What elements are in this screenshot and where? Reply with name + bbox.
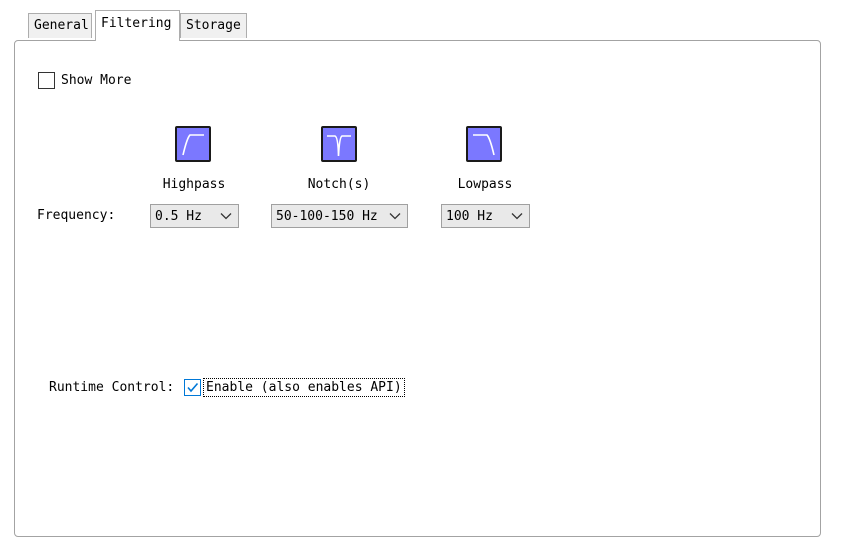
tab-general-label: General — [34, 18, 89, 33]
tab-filtering[interactable]: Filtering — [95, 10, 180, 41]
tab-storage[interactable]: Storage — [180, 13, 247, 38]
lowpass-filter-icon[interactable] — [466, 126, 502, 162]
chevron-down-icon — [511, 213, 523, 220]
chevron-down-icon — [389, 213, 401, 220]
show-more-checkbox[interactable] — [38, 72, 55, 89]
filtering-panel — [14, 40, 821, 537]
lowpass-frequency-value: 100 Hz — [446, 208, 493, 224]
lowpass-label: Lowpass — [457, 177, 513, 192]
notch-frequency-select[interactable]: 50-100-150 Hz — [271, 204, 408, 228]
highpass-frequency-value: 0.5 Hz — [155, 208, 202, 224]
runtime-control-label: Runtime Control: — [49, 380, 175, 395]
checkmark-icon — [187, 382, 199, 393]
runtime-enable-row[interactable]: Enable (also enables API) — [184, 378, 405, 397]
highpass-frequency-select[interactable]: 0.5 Hz — [150, 204, 239, 228]
chevron-down-icon — [220, 213, 232, 220]
show-more-row[interactable]: Show More — [38, 72, 131, 89]
tab-general[interactable]: General — [28, 13, 92, 38]
notch-frequency-value: 50-100-150 Hz — [276, 208, 378, 224]
runtime-enable-label: Enable (also enables API) — [203, 378, 405, 397]
frequency-label: Frequency: — [37, 208, 116, 223]
notch-label: Notch(s) — [307, 177, 371, 192]
tab-filtering-label: Filtering — [101, 16, 172, 31]
highpass-filter-icon[interactable] — [175, 126, 211, 162]
lowpass-frequency-select[interactable]: 100 Hz — [441, 204, 530, 228]
notch-filter-icon[interactable] — [321, 126, 357, 162]
runtime-enable-checkbox[interactable] — [184, 379, 201, 396]
show-more-label: Show More — [61, 73, 132, 88]
highpass-label: Highpass — [162, 177, 226, 192]
tab-storage-label: Storage — [186, 18, 241, 33]
